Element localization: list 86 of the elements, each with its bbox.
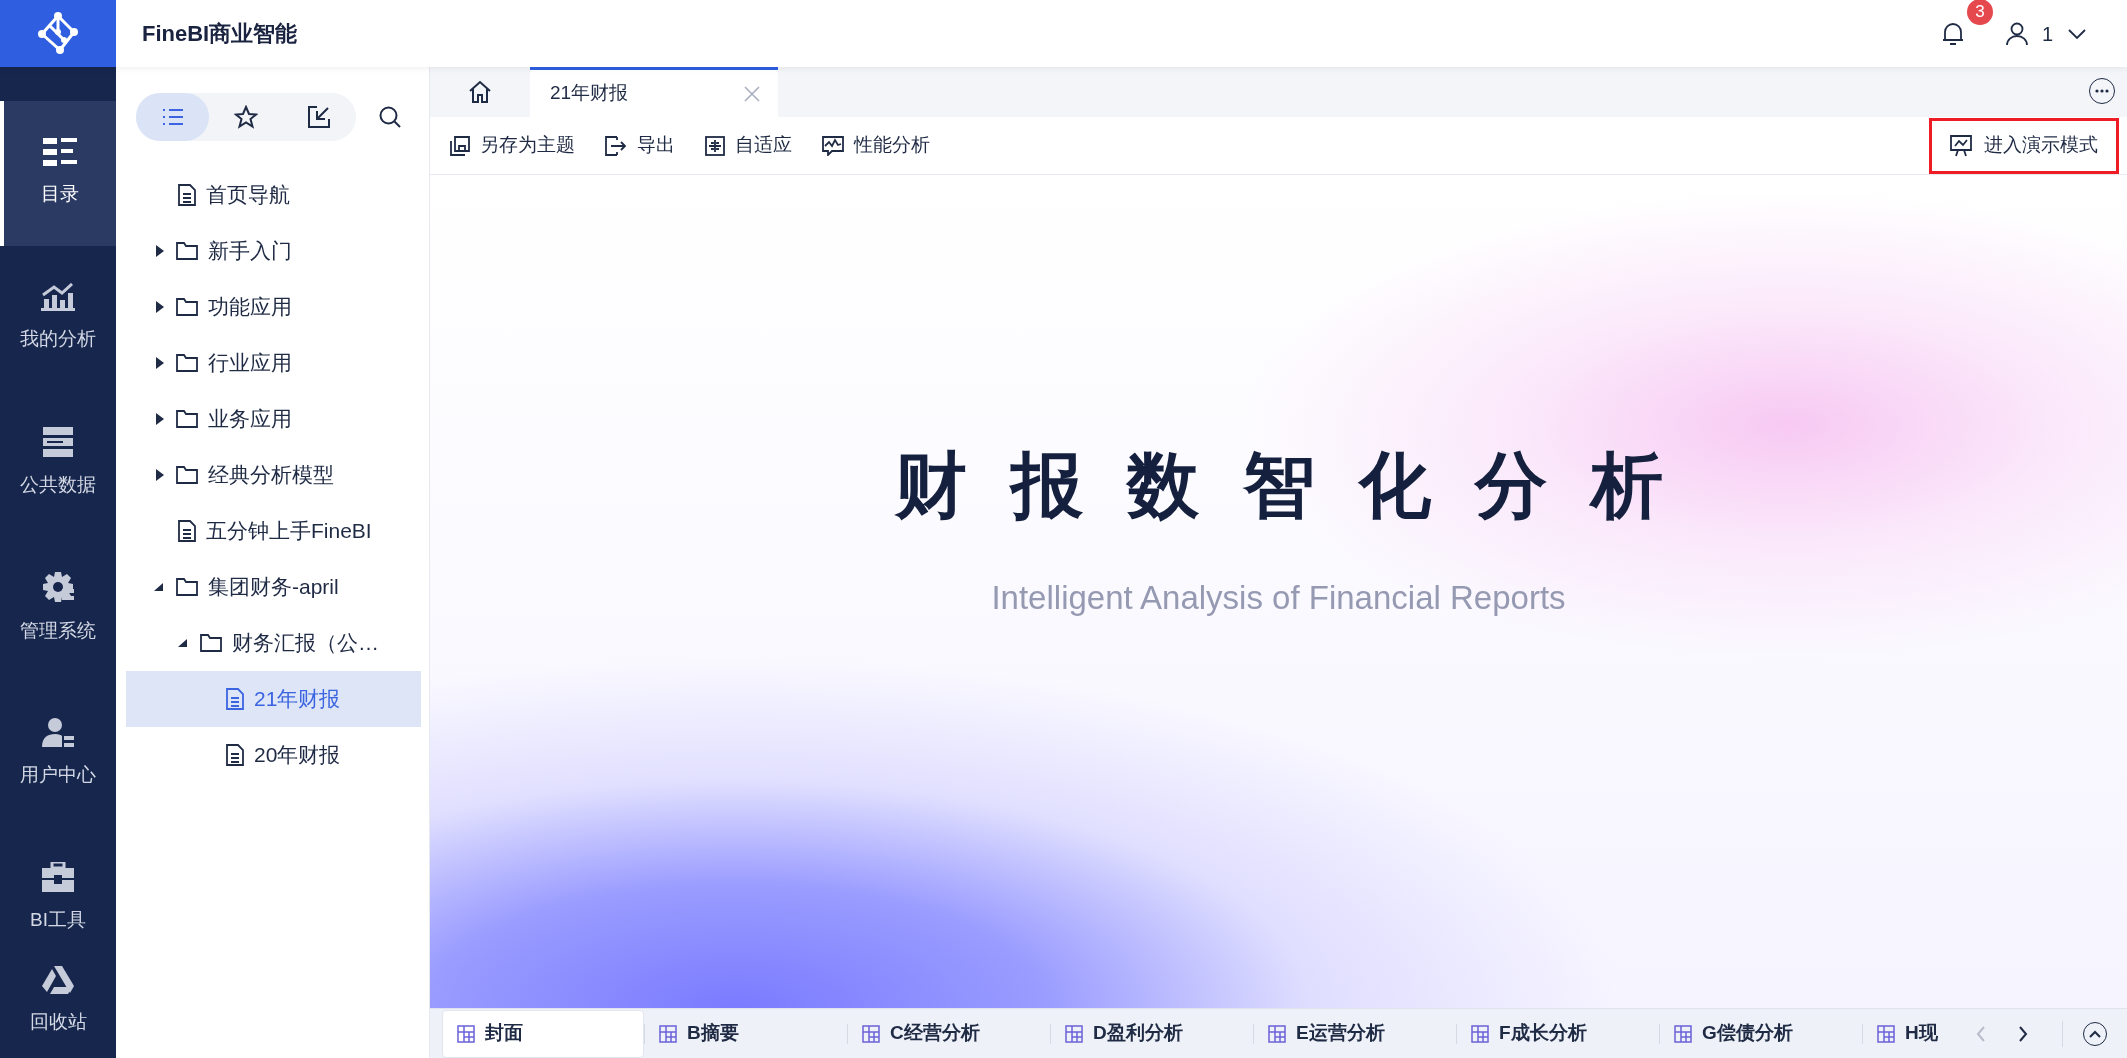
tree-item[interactable]: 首页导航 xyxy=(126,167,421,223)
presentation-icon xyxy=(1950,134,1972,157)
sheet-tab[interactable]: H现 xyxy=(1863,1009,1943,1058)
folder-icon xyxy=(176,578,198,596)
folder-icon xyxy=(176,242,198,260)
folder-icon xyxy=(176,354,198,372)
tree-item[interactable]: 新手入门 xyxy=(126,223,421,279)
tree-item[interactable]: 业务应用 xyxy=(126,391,421,447)
grid-icon xyxy=(1674,1024,1692,1043)
presentation-mode-button[interactable]: 进入演示模式 xyxy=(1929,117,2119,174)
bell-icon xyxy=(1940,20,1965,47)
sheet-tab[interactable]: D盈利分析 xyxy=(1051,1009,1253,1058)
nav-item[interactable]: 用户中心 xyxy=(0,681,116,826)
app-logo[interactable] xyxy=(0,0,116,67)
tree-item[interactable]: 五分钟上手FineBI xyxy=(126,503,421,559)
folder-icon xyxy=(176,466,198,484)
document-icon xyxy=(226,744,244,766)
folder-icon xyxy=(176,298,198,316)
sheet-tab[interactable]: E运营分析 xyxy=(1254,1009,1456,1058)
performance-icon xyxy=(822,135,844,156)
app-title: FineBI商业智能 xyxy=(142,20,298,48)
document-tab[interactable]: 21年财报 xyxy=(530,67,778,117)
export-icon xyxy=(605,135,627,156)
sheet-tab[interactable]: 封面 xyxy=(442,1009,644,1058)
grid-icon xyxy=(1268,1024,1286,1043)
cover-title: 财报数智化分析 xyxy=(894,443,1707,527)
search-icon xyxy=(378,105,402,129)
save-theme-icon xyxy=(450,135,470,156)
caret-right-icon[interactable] xyxy=(156,357,164,369)
sheet-tab[interactable]: B摘要 xyxy=(645,1009,847,1058)
document-icon xyxy=(178,520,196,542)
user-icon xyxy=(42,717,74,748)
star-icon xyxy=(234,105,258,129)
grid-icon xyxy=(659,1024,677,1043)
nav-item[interactable]: 我的分析 xyxy=(0,246,116,391)
import-icon xyxy=(308,106,331,128)
database-icon xyxy=(41,427,75,458)
chevron-right-icon xyxy=(2018,1024,2028,1043)
grid-icon xyxy=(1877,1024,1895,1043)
toolbox-icon xyxy=(42,862,74,893)
toolbar-button[interactable]: 另存为主题 xyxy=(450,131,575,160)
caret-right-icon[interactable] xyxy=(156,245,164,257)
chevron-up-icon xyxy=(2089,1029,2101,1038)
tree-item[interactable]: 行业应用 xyxy=(126,335,421,391)
nav-item[interactable]: 管理系统 xyxy=(0,536,116,681)
grid-icon xyxy=(862,1024,880,1043)
grid-icon xyxy=(1065,1024,1083,1043)
chevron-down-icon xyxy=(2067,27,2087,40)
notification-badge: 3 xyxy=(1966,0,1993,25)
user-icon xyxy=(2005,21,2028,46)
folder-icon xyxy=(176,410,198,428)
tree-item[interactable]: 功能应用 xyxy=(126,279,421,335)
nav-item[interactable]: 目录 xyxy=(0,101,116,246)
user-menu[interactable]: 1 xyxy=(2005,18,2087,49)
sheet-tab[interactable]: F成长分析 xyxy=(1457,1009,1659,1058)
chart-icon xyxy=(41,283,75,312)
toolbar-button[interactable]: 性能分析 xyxy=(822,131,930,160)
caret-right-icon[interactable] xyxy=(156,413,164,425)
cover-subtitle: Intelligent Analysis of Financial Reports xyxy=(991,577,1566,618)
chevron-left-icon xyxy=(1976,1024,1986,1043)
toolbar-button[interactable]: 导出 xyxy=(605,131,675,160)
caret-right-icon[interactable] xyxy=(156,469,164,481)
sheet-tab[interactable]: C经营分析 xyxy=(848,1009,1050,1058)
list-icon xyxy=(43,138,77,167)
folder-icon xyxy=(200,634,222,652)
document-icon xyxy=(178,184,196,206)
recycle-icon xyxy=(42,965,74,994)
tree-item[interactable]: 财务汇报（公… xyxy=(126,615,421,671)
caret-down-icon[interactable] xyxy=(178,639,188,647)
list-icon xyxy=(161,108,184,126)
caret-right-icon[interactable] xyxy=(156,301,164,313)
fit-icon xyxy=(705,135,725,156)
tree-item[interactable]: 21年财报 xyxy=(126,671,421,727)
home-icon xyxy=(468,80,492,104)
document-icon xyxy=(226,688,244,710)
caret-down-icon[interactable] xyxy=(154,583,164,591)
tree-item[interactable]: 经典分析模型 xyxy=(126,447,421,503)
grid-icon xyxy=(1471,1024,1489,1043)
tree-item[interactable]: 集团财务-april xyxy=(126,559,421,615)
sheet-tab[interactable]: G偿债分析 xyxy=(1660,1009,1862,1058)
more-icon xyxy=(2095,89,2109,93)
nav-item[interactable]: 公共数据 xyxy=(0,391,116,536)
tree-item[interactable]: 20年财报 xyxy=(126,727,421,783)
gear-icon xyxy=(42,571,74,604)
grid-icon xyxy=(457,1024,475,1043)
toolbar-button[interactable]: 自适应 xyxy=(705,131,792,160)
